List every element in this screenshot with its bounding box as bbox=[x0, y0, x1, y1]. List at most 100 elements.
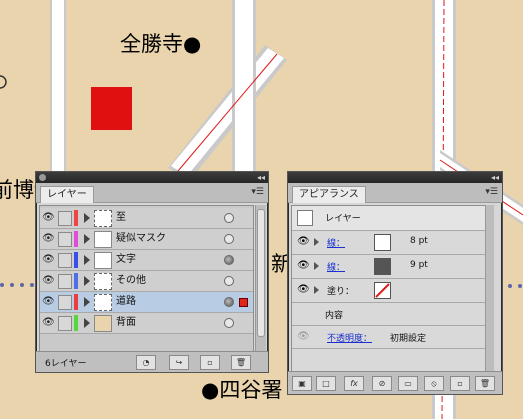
layer-name[interactable]: 文字 bbox=[116, 253, 136, 266]
appearance-body: レイヤー 👁 線： 8 pt 👁 線： 9 pt 👁 塗り： 内容 👁 不透明度： 初期設定 bbox=[291, 205, 486, 375]
layer-row[interactable]: 👁 文字 bbox=[40, 250, 253, 271]
clear-appearance-icon[interactable]: ⊘ bbox=[372, 376, 392, 391]
opacity-value: 初期設定 bbox=[390, 334, 427, 344]
trash-icon[interactable]: 🗑 bbox=[231, 355, 251, 370]
fill-label[interactable]: 塗り： bbox=[327, 284, 354, 297]
opacity-link[interactable]: 不透明度： bbox=[327, 331, 372, 344]
red-square bbox=[91, 87, 132, 130]
expand-triangle-icon[interactable] bbox=[314, 286, 319, 294]
appearance-header-row: レイヤー bbox=[292, 206, 485, 231]
panel-menu-icon[interactable]: ▾☰ bbox=[485, 187, 498, 197]
layers-footer: 6レイヤー ◔ ↪ ▫ 🗑 bbox=[36, 351, 268, 372]
appearance-target-label: レイヤー bbox=[325, 214, 361, 224]
fill-row[interactable]: 👁 塗り： bbox=[292, 279, 485, 303]
lock-toggle[interactable] bbox=[58, 295, 72, 310]
expand-triangle-icon[interactable] bbox=[84, 318, 90, 328]
eye-icon[interactable]: 👁 bbox=[297, 331, 310, 342]
eye-icon[interactable]: 👁 bbox=[42, 212, 55, 224]
layer-thumbnail bbox=[94, 231, 112, 248]
eye-icon[interactable]: 👁 bbox=[297, 284, 310, 295]
layer-name[interactable]: 道路 bbox=[116, 295, 136, 308]
appearance-scrollbar[interactable] bbox=[485, 205, 494, 373]
layer-thumbnail bbox=[94, 210, 112, 227]
eye-icon[interactable]: 👁 bbox=[42, 275, 55, 287]
target-circle-icon[interactable] bbox=[224, 318, 234, 328]
make-clip-mask-icon[interactable]: ◔ bbox=[136, 355, 156, 370]
map-label-zenshoji: 全勝寺● bbox=[120, 32, 202, 56]
layer-thumbnail bbox=[94, 315, 112, 332]
appearance-opacity-row[interactable]: 👁 不透明度： 初期設定 bbox=[292, 326, 485, 349]
target-circle-icon[interactable] bbox=[224, 255, 234, 265]
layer-name[interactable]: 背面 bbox=[116, 316, 136, 329]
no-icon[interactable]: ⦸ bbox=[424, 376, 444, 391]
layer-row[interactable]: 👁 その他 bbox=[40, 271, 253, 292]
layer-row[interactable]: 👁 背面 bbox=[40, 313, 253, 334]
expand-triangle-icon[interactable] bbox=[84, 276, 90, 286]
panel-menu-icon[interactable]: ▾☰ bbox=[251, 187, 264, 197]
new-fill-icon[interactable]: □ bbox=[316, 376, 336, 391]
expand-triangle-icon[interactable] bbox=[84, 297, 90, 307]
target-circle-icon[interactable] bbox=[224, 297, 234, 307]
eye-icon[interactable]: 👁 bbox=[42, 233, 55, 245]
collapse-icon[interactable]: ◂◂ bbox=[257, 172, 265, 183]
expand-triangle-icon[interactable] bbox=[314, 262, 319, 270]
appearance-panel: ◂◂ アピアランス ▾☰ レイヤー 👁 線： 8 pt 👁 線： 9 pt 👁 塗り： 内容 … bbox=[287, 171, 503, 395]
layer-row[interactable]: 👁 道路 bbox=[40, 292, 253, 313]
lock-toggle[interactable] bbox=[58, 253, 72, 268]
tab-appearance[interactable]: アピアランス bbox=[292, 186, 366, 203]
layer-name[interactable]: 至 bbox=[116, 211, 126, 224]
lock-toggle[interactable] bbox=[58, 232, 72, 247]
layer-row[interactable]: 👁 疑似マスク bbox=[40, 229, 253, 250]
collapse-icon[interactable]: ◂◂ bbox=[491, 172, 499, 183]
new-sublayer-icon[interactable]: ↪ bbox=[169, 355, 189, 370]
stroke-row[interactable]: 👁 線： 8 pt bbox=[292, 231, 485, 255]
layers-scroll-thumb[interactable] bbox=[257, 209, 265, 337]
expand-triangle-icon[interactable] bbox=[84, 255, 90, 265]
stroke-swatch[interactable] bbox=[374, 234, 391, 251]
layer-color-bar bbox=[74, 273, 78, 289]
new-layer-icon[interactable]: ▫ bbox=[200, 355, 220, 370]
layer-name[interactable]: その他 bbox=[116, 274, 146, 287]
eye-icon[interactable]: 👁 bbox=[42, 254, 55, 266]
target-circle-icon[interactable] bbox=[224, 213, 234, 223]
stroke-row[interactable]: 👁 線： 9 pt bbox=[292, 255, 485, 279]
layers-panel: ◂◂ レイヤー ▾☰ 👁 至 👁 疑似マスク 👁 文字 👁 その他 👁 道路 👁 背面 6レイヤー ◔… bbox=[35, 171, 269, 373]
stroke-weight-value: 9 pt bbox=[410, 260, 428, 270]
layer-thumbnail bbox=[94, 294, 112, 311]
expand-triangle-icon[interactable] bbox=[314, 238, 319, 246]
layer-name[interactable]: 疑似マスク bbox=[116, 232, 166, 245]
eye-icon[interactable]: 👁 bbox=[297, 260, 310, 271]
layer-thumbnail bbox=[94, 273, 112, 290]
appearance-tabrow: アピアランス ▾☰ bbox=[288, 183, 502, 203]
lock-toggle[interactable] bbox=[58, 316, 72, 331]
eye-icon[interactable]: 👁 bbox=[42, 296, 55, 308]
target-circle-icon[interactable] bbox=[224, 234, 234, 244]
stroke-label[interactable]: 線： bbox=[327, 260, 345, 273]
fill-swatch[interactable] bbox=[374, 282, 391, 299]
target-circle-icon[interactable] bbox=[224, 276, 234, 286]
fx-icon[interactable]: fx bbox=[344, 376, 364, 391]
close-icon[interactable] bbox=[39, 174, 46, 181]
layer-row[interactable]: 👁 至 bbox=[40, 208, 253, 229]
lock-toggle[interactable] bbox=[58, 274, 72, 289]
new-stroke-icon[interactable]: ▣ bbox=[292, 376, 312, 391]
layers-scrollbar[interactable] bbox=[255, 205, 266, 351]
eye-icon[interactable]: 👁 bbox=[42, 317, 55, 329]
trash-icon[interactable]: 🗑 bbox=[475, 376, 495, 391]
expand-triangle-icon[interactable] bbox=[84, 234, 90, 244]
tab-layers[interactable]: レイヤー bbox=[40, 186, 94, 203]
road-vertical-center bbox=[232, 0, 256, 180]
layer-color-bar bbox=[74, 315, 78, 331]
expand-triangle-icon[interactable] bbox=[84, 213, 90, 223]
eye-icon[interactable]: 👁 bbox=[297, 236, 310, 247]
layer-color-bar bbox=[74, 252, 78, 268]
selection-indicator[interactable] bbox=[239, 298, 248, 307]
stroke-label[interactable]: 線： bbox=[327, 236, 345, 249]
stroke-swatch[interactable] bbox=[374, 258, 391, 275]
reduce-basic-icon[interactable]: ▭ bbox=[398, 376, 418, 391]
lock-toggle[interactable] bbox=[58, 211, 72, 226]
duplicate-icon[interactable]: ▫ bbox=[450, 376, 470, 391]
appearance-titlebar[interactable]: ◂◂ bbox=[288, 172, 502, 183]
layers-tabrow: レイヤー ▾☰ bbox=[36, 183, 268, 203]
layers-titlebar[interactable]: ◂◂ bbox=[36, 172, 268, 183]
